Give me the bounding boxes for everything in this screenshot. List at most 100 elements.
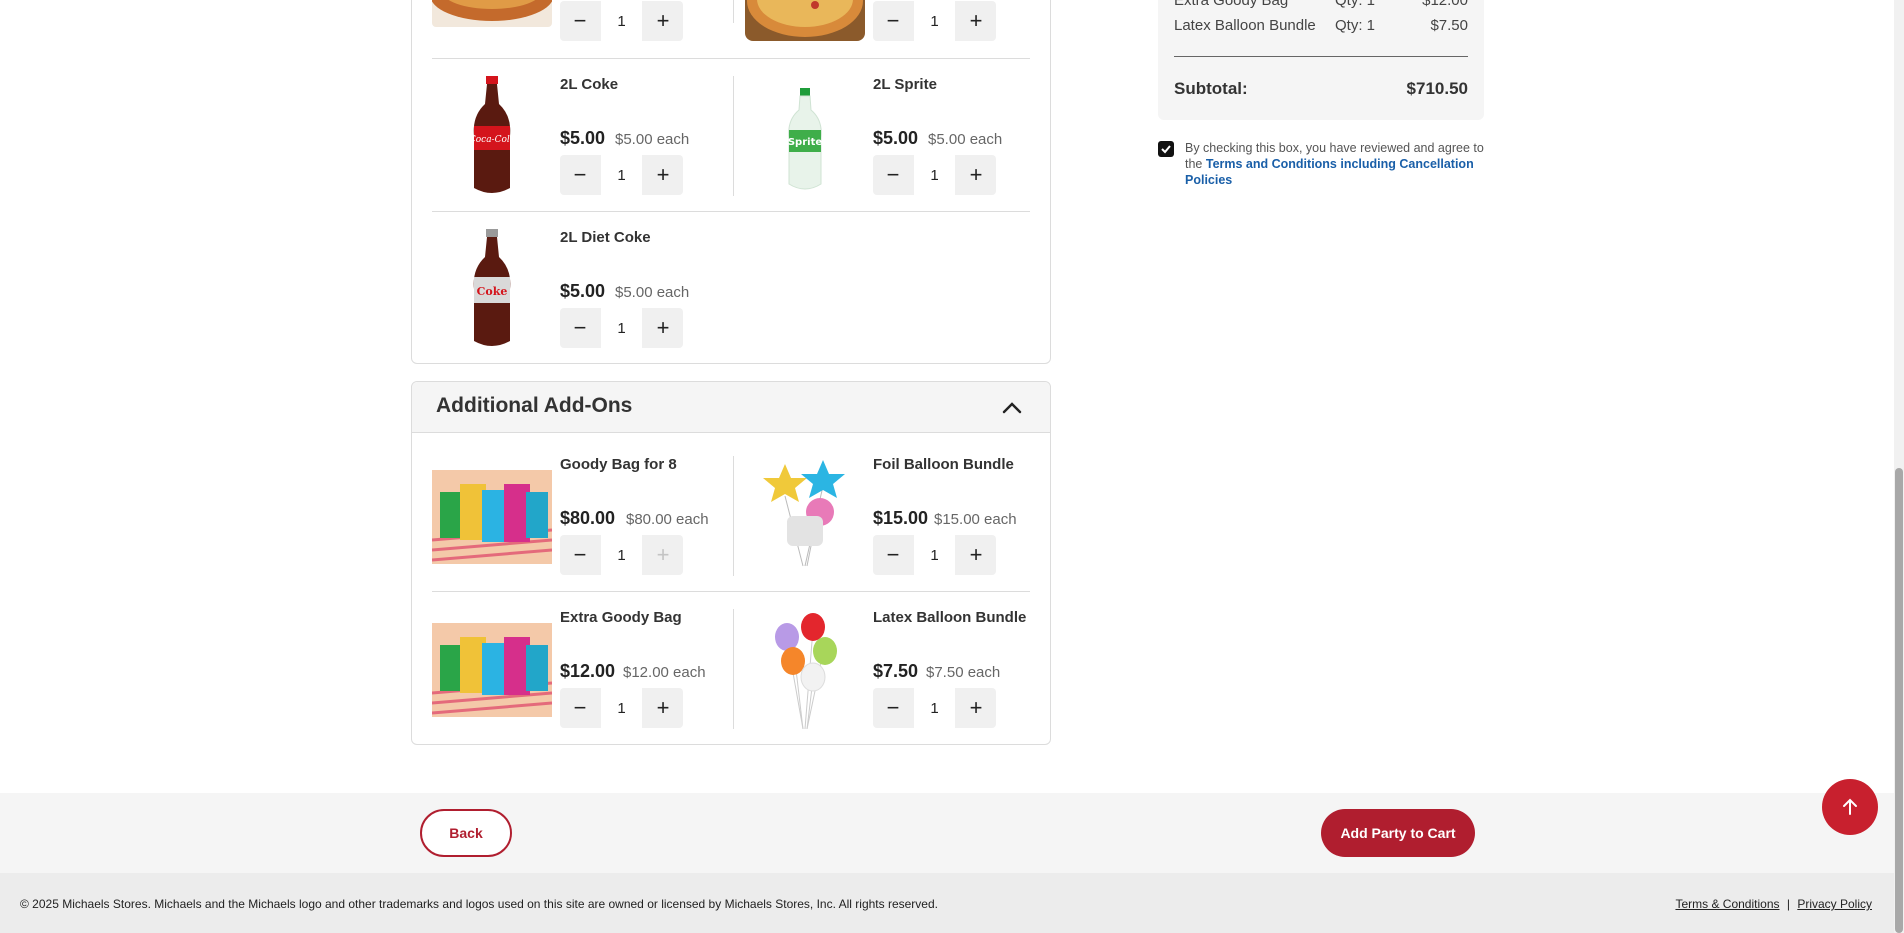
item-divider [733, 0, 734, 23]
goody-bag-image [432, 623, 552, 717]
summary-divider [1174, 56, 1468, 57]
summary-line-qty: Qty: 1 [1335, 17, 1376, 34]
order-summary: Extra Goody Bag Qty: 1 $12.00 Latex Ball… [1158, 0, 1484, 120]
product-price: $5.00 [873, 128, 919, 148]
latex-balloon-image [745, 609, 865, 729]
product-name: Foil Balloon Bundle [873, 456, 1014, 473]
add-party-to-cart-button[interactable]: Add Party to Cart [1321, 809, 1475, 857]
product-item: Extra Goody Bag $12.00 $12.00 each − 1 + [432, 609, 732, 739]
unit-price: $5.00 each [615, 131, 690, 148]
product-price: $80.00 [560, 508, 616, 528]
addons-header[interactable]: Additional Add-Ons [412, 382, 1050, 433]
quantity-value[interactable]: 1 [914, 535, 955, 575]
quantity-value[interactable]: 1 [601, 155, 642, 195]
decrease-button[interactable]: − [560, 1, 600, 41]
footer: © 2025 Michaels Stores. Michaels and the… [0, 873, 1894, 933]
increase-button[interactable]: + [956, 535, 996, 575]
increase-button[interactable]: + [643, 308, 683, 348]
scrollbar-thumb[interactable] [1895, 468, 1903, 933]
product-item: Coke 2L Diet Coke $5.00 $5.00 each − 1 + [432, 229, 732, 359]
decrease-button[interactable]: − [873, 535, 913, 575]
unit-price: $15.00 each [934, 511, 1017, 528]
summary-line-name: Latex Balloon Bundle [1174, 17, 1316, 34]
decrease-button[interactable]: − [873, 688, 913, 728]
decrease-button[interactable]: − [560, 535, 600, 575]
terms-conditions-link[interactable]: Terms & Conditions [1675, 897, 1779, 911]
quantity-stepper: − 1 + [560, 308, 683, 348]
pizza-image [745, 0, 865, 41]
summary-line-price: $12.00 [1422, 0, 1468, 9]
product-price: $7.50 [873, 661, 919, 681]
increase-button[interactable]: + [956, 688, 996, 728]
unit-price: $80.00 each [626, 511, 709, 528]
goody-bag-image [432, 470, 552, 564]
addons-panel: Additional Add-Ons Goody Bag for 8 $80.0… [411, 381, 1051, 745]
arrow-up-icon [1843, 798, 1857, 815]
product-item: Latex Balloon Bundle $7.50 $7.50 each − … [745, 609, 1045, 739]
quantity-value[interactable]: 1 [601, 535, 642, 575]
svg-text:Sprite: Sprite [788, 137, 823, 148]
quantity-stepper: − 1 + [873, 1, 996, 41]
unit-price: $7.50 each [926, 664, 1001, 681]
product-name: Latex Balloon Bundle [873, 609, 1027, 626]
scrollbar-track [1894, 0, 1904, 933]
item-divider [733, 609, 734, 729]
product-name: 2L Coke [560, 76, 619, 93]
product-price: $5.00 [560, 281, 606, 301]
svg-text:Coke: Coke [477, 285, 508, 298]
chevron-up-icon[interactable] [1000, 396, 1024, 420]
product-item: Goody Bag for 8 $80.00 $80.00 each − 1 + [432, 456, 732, 586]
unit-price: $5.00 each [928, 131, 1003, 148]
product-name: Extra Goody Bag [560, 609, 682, 626]
checkmark-icon [1161, 145, 1171, 154]
row-divider [432, 211, 1030, 212]
foil-balloon-image [745, 456, 865, 576]
decrease-button[interactable]: − [560, 308, 600, 348]
quantity-stepper: − 1 + [873, 688, 996, 728]
product-price: $12.00 [560, 661, 616, 681]
quantity-stepper: − 1 + [873, 535, 996, 575]
quantity-value[interactable]: 1 [601, 1, 642, 41]
unit-price: $12.00 each [623, 664, 706, 681]
increase-button[interactable]: + [956, 155, 996, 195]
terms-link[interactable]: Terms and Conditions including Cancellat… [1185, 157, 1474, 187]
privacy-policy-link[interactable]: Privacy Policy [1797, 897, 1872, 911]
increase-button[interactable]: + [643, 155, 683, 195]
quantity-stepper: − 1 + [560, 1, 683, 41]
food-panel: − 1 + − 1 + Coca‑Cola 2L Coke $5.00 $5.0… [411, 0, 1051, 364]
coke-bottle-image: Coca‑Cola [432, 76, 552, 196]
quantity-value[interactable]: 1 [601, 688, 642, 728]
summary-line-qty: Qty: 1 [1335, 0, 1376, 9]
quantity-stepper: − 1 + [873, 155, 996, 195]
increase-button[interactable]: + [956, 1, 996, 41]
product-item: Coca‑Cola 2L Coke $5.00 $5.00 each − 1 + [432, 76, 732, 206]
increase-button[interactable]: + [643, 1, 683, 41]
increase-button[interactable]: + [643, 688, 683, 728]
decrease-button[interactable]: − [560, 155, 600, 195]
product-name: 2L Diet Coke [560, 229, 651, 246]
back-button[interactable]: Back [420, 809, 512, 857]
decrease-button[interactable]: − [873, 155, 913, 195]
svg-text:Coca‑Cola: Coca‑Cola [469, 135, 515, 145]
quantity-value[interactable]: 1 [914, 688, 955, 728]
quantity-value[interactable]: 1 [601, 308, 642, 348]
diet-coke-bottle-image: Coke [432, 229, 552, 349]
item-divider [733, 76, 734, 196]
terms-checkbox[interactable] [1158, 141, 1174, 157]
copyright-text: © 2025 Michaels Stores. Michaels and the… [20, 897, 938, 911]
decrease-button[interactable]: − [560, 688, 600, 728]
row-divider [432, 591, 1030, 592]
subtotal-value: $710.50 [1406, 79, 1468, 98]
quantity-value[interactable]: 1 [914, 155, 955, 195]
scroll-to-top-button[interactable] [1822, 779, 1878, 835]
quantity-stepper: − 1 + [560, 155, 683, 195]
sprite-bottle-image: Sprite [745, 76, 865, 196]
quantity-stepper: − 1 + [560, 535, 683, 575]
product-price: $15.00 [873, 508, 929, 528]
increase-button[interactable]: + [643, 535, 683, 575]
terms-text: By checking this box, you have reviewed … [1185, 140, 1485, 188]
product-name: 2L Sprite [873, 76, 937, 93]
product-item: Foil Balloon Bundle $15.00 $15.00 each −… [745, 456, 1045, 586]
decrease-button[interactable]: − [873, 1, 913, 41]
quantity-value[interactable]: 1 [914, 1, 955, 41]
